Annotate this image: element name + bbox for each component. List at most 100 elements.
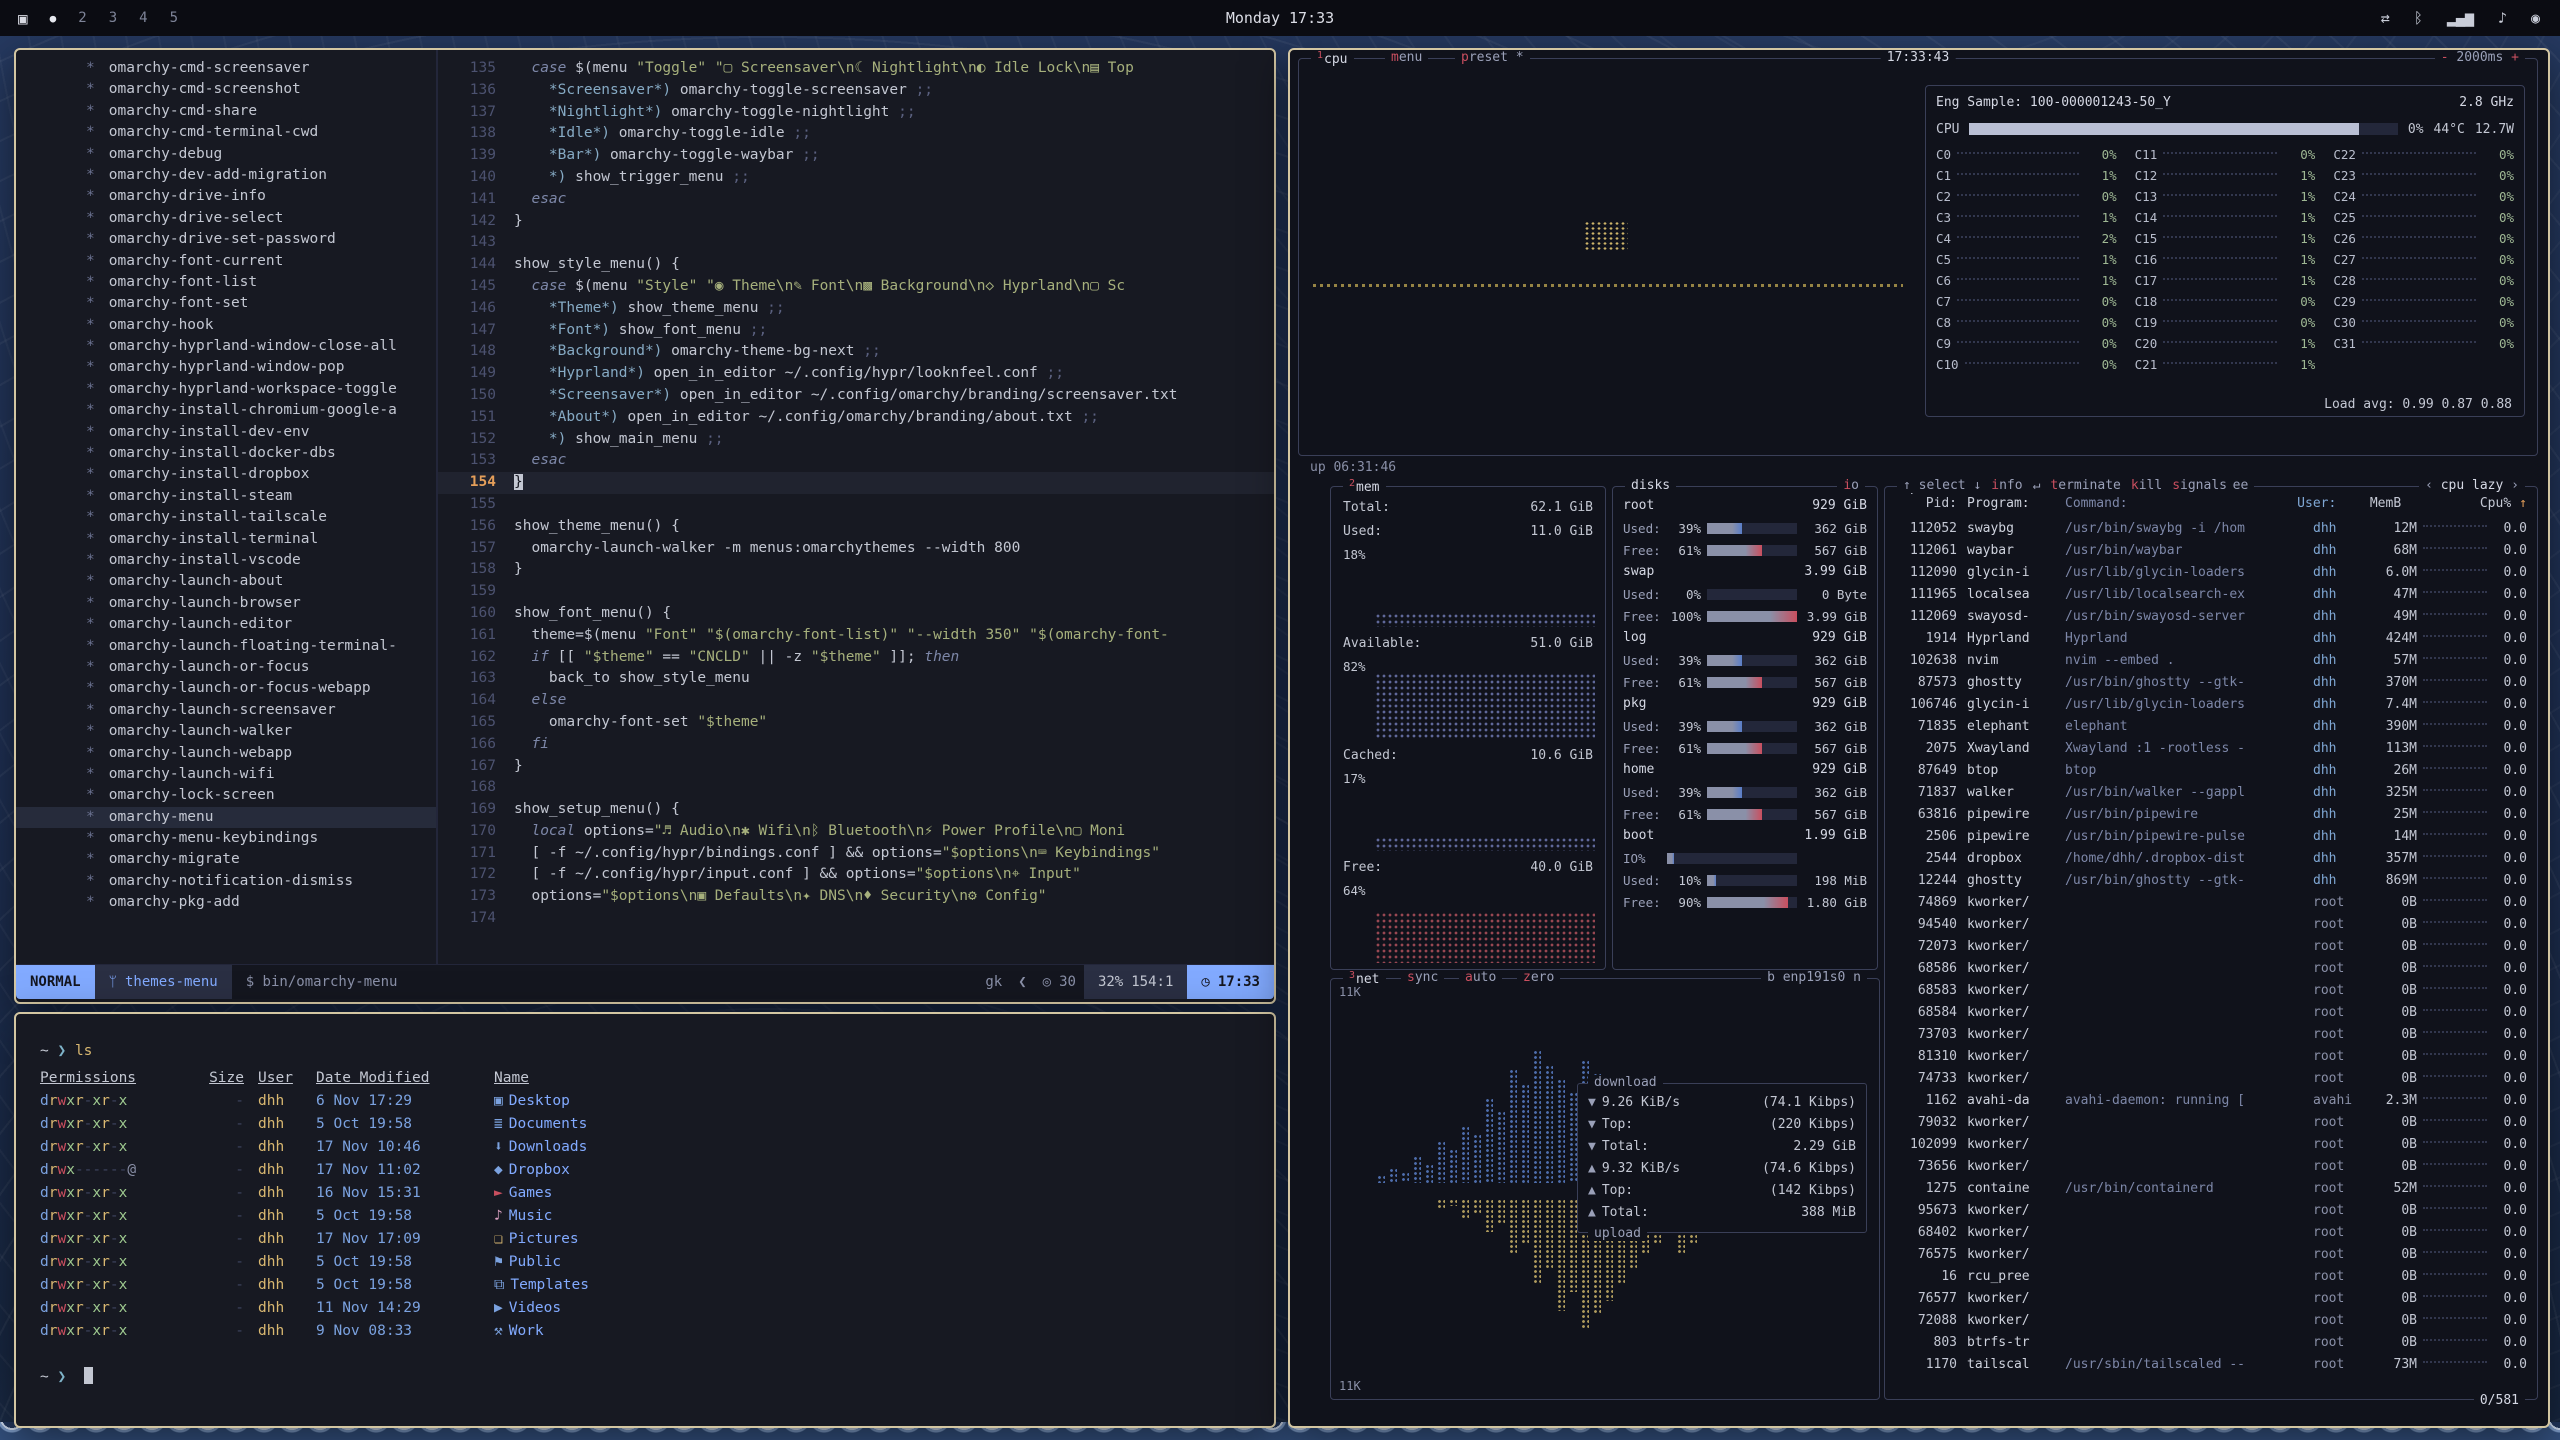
file-item[interactable]: *omarchy-install-chromium-google-a bbox=[16, 400, 436, 421]
process-row[interactable]: 95673kworker/root0B0.0 bbox=[1891, 1199, 2531, 1221]
code-line[interactable]: 173 options="$options\n▣ Defaults\n✦ DNS… bbox=[438, 886, 1274, 908]
process-row[interactable]: 73656kworker/root0B0.0 bbox=[1891, 1155, 2531, 1177]
process-row[interactable]: 68584kworker/root0B0.0 bbox=[1891, 1001, 2531, 1023]
menu-button[interactable]: menu bbox=[1385, 50, 1428, 65]
volume-icon[interactable]: ♪ bbox=[2498, 9, 2507, 27]
net-zero-button[interactable]: zero bbox=[1517, 970, 1560, 985]
process-row[interactable]: 1170tailscal/usr/sbin/tailscaled --root7… bbox=[1891, 1353, 2531, 1375]
net-sync-button[interactable]: sync bbox=[1401, 970, 1444, 985]
file-item[interactable]: *omarchy-launch-about bbox=[16, 571, 436, 592]
code-line[interactable]: 174 bbox=[438, 908, 1274, 930]
process-row[interactable]: 87573ghostty/usr/bin/ghostty --gtk-dhh37… bbox=[1891, 671, 2531, 693]
file-item[interactable]: *omarchy-font-list bbox=[16, 272, 436, 293]
io-mode-button[interactable]: io bbox=[1837, 478, 1865, 493]
process-row[interactable]: 102638nvimnvim --embed .dhh57M0.0 bbox=[1891, 649, 2531, 671]
process-row[interactable]: 106746glycin-i/usr/lib/glycin-loadersdhh… bbox=[1891, 693, 2531, 715]
file-item[interactable]: *omarchy-launch-or-focus-webapp bbox=[16, 678, 436, 699]
file-item[interactable]: *omarchy-install-dropbox bbox=[16, 464, 436, 485]
file-item[interactable]: *omarchy-font-set bbox=[16, 293, 436, 314]
bluetooth-icon[interactable]: ᛒ bbox=[2414, 9, 2423, 27]
file-item[interactable]: *omarchy-drive-set-password bbox=[16, 229, 436, 250]
process-row[interactable]: 1162avahi-daavahi-daemon: running [avahi… bbox=[1891, 1089, 2531, 1111]
code-line[interactable]: 152 *) show_main_menu ;; bbox=[438, 429, 1274, 451]
process-row[interactable]: 1275containe/usr/bin/containerdroot52M0.… bbox=[1891, 1177, 2531, 1199]
interval-plus-button[interactable]: + bbox=[2511, 50, 2519, 65]
file-item[interactable]: *omarchy-drive-select bbox=[16, 208, 436, 229]
header-cpu[interactable]: Cpu% bbox=[2477, 496, 2511, 511]
code-line[interactable]: 158} bbox=[438, 559, 1274, 581]
process-row[interactable]: 68586kworker/root0B0.0 bbox=[1891, 957, 2531, 979]
signals-button[interactable]: signals bbox=[2172, 478, 2227, 493]
select-down-icon[interactable]: ↓ bbox=[1973, 478, 1981, 493]
process-row[interactable]: 803btrfs-trroot0B0.0 bbox=[1891, 1331, 2531, 1353]
file-item[interactable]: *omarchy-install-terminal bbox=[16, 529, 436, 550]
select-up-icon[interactable]: ↑ bbox=[1903, 478, 1911, 493]
file-item[interactable]: *omarchy-font-current bbox=[16, 251, 436, 272]
process-row[interactable]: 16rcu_preeroot0B0.0 bbox=[1891, 1265, 2531, 1287]
disks-tab[interactable]: disks bbox=[1625, 478, 1676, 493]
file-item[interactable]: *omarchy-notification-dismiss bbox=[16, 871, 436, 892]
process-row[interactable]: 76575kworker/root0B0.0 bbox=[1891, 1243, 2531, 1265]
terminate-button[interactable]: terminate bbox=[2050, 478, 2120, 493]
file-item[interactable]: *omarchy-lock-screen bbox=[16, 785, 436, 806]
header-pid[interactable]: Pid: bbox=[1895, 496, 1957, 511]
btop-window[interactable]: 1cpu menu preset * 17:33:43 - 2000ms + E… bbox=[1288, 48, 2550, 1428]
process-row[interactable]: 76577kworker/root0B0.0 bbox=[1891, 1287, 2531, 1309]
file-item[interactable]: *omarchy-pkg-add bbox=[16, 892, 436, 913]
code-line[interactable]: 155 bbox=[438, 494, 1274, 516]
code-line[interactable]: 164 else bbox=[438, 690, 1274, 712]
code-line[interactable]: 154} bbox=[438, 472, 1274, 494]
code-line[interactable]: 150 *Screensaver*) open_in_editor ~/.con… bbox=[438, 385, 1274, 407]
process-row[interactable]: 112061waybar/usr/bin/waybardhh68M0.0 bbox=[1891, 539, 2531, 561]
header-command[interactable]: Command: bbox=[2059, 496, 2297, 511]
file-item[interactable]: *omarchy-launch-screensaver bbox=[16, 700, 436, 721]
process-row[interactable]: 112069swayosd-/usr/bin/swayosd-serverdhh… bbox=[1891, 605, 2531, 627]
scroll-up-icon[interactable]: ↑ bbox=[2519, 496, 2527, 511]
file-item[interactable]: *omarchy-drive-info bbox=[16, 186, 436, 207]
code-line[interactable]: 165 omarchy-font-set "$theme" bbox=[438, 712, 1274, 734]
cpu-tab[interactable]: 1cpu bbox=[1311, 50, 1354, 67]
code-line[interactable]: 151 *About*) open_in_editor ~/.config/om… bbox=[438, 407, 1274, 429]
file-item[interactable]: *omarchy-launch-walker bbox=[16, 721, 436, 742]
process-row[interactable]: 87649btopbtopdhh26M0.0 bbox=[1891, 759, 2531, 781]
process-row[interactable]: 72073kworker/root0B0.0 bbox=[1891, 935, 2531, 957]
code-line[interactable]: 136 *Screensaver*) omarchy-toggle-screen… bbox=[438, 80, 1274, 102]
code-line[interactable]: 167} bbox=[438, 756, 1274, 778]
code-line[interactable]: 160show_font_menu() { bbox=[438, 603, 1274, 625]
code-line[interactable]: 146 *Theme*) show_theme_menu ;; bbox=[438, 298, 1274, 320]
file-item[interactable]: *omarchy-launch-or-focus bbox=[16, 657, 436, 678]
sort-selector[interactable]: ‹ cpu lazy › bbox=[2419, 478, 2525, 493]
code-editor[interactable]: 135 case $(menu "Toggle" "▢ Screensaver\… bbox=[438, 50, 1274, 964]
file-item[interactable]: *omarchy-cmd-screenshot bbox=[16, 79, 436, 100]
preset-button[interactable]: preset * bbox=[1455, 50, 1530, 65]
code-line[interactable]: 163 back_to show_style_menu bbox=[438, 668, 1274, 690]
file-item[interactable]: *omarchy-cmd-screensaver bbox=[16, 58, 436, 79]
power-icon[interactable]: ◉ bbox=[2531, 9, 2540, 27]
git-branch[interactable]: ᛘthemes-menu bbox=[95, 965, 232, 999]
process-row[interactable]: 79032kworker/root0B0.0 bbox=[1891, 1111, 2531, 1133]
editor-window[interactable]: *omarchy-cmd-screensaver*omarchy-cmd-scr… bbox=[14, 48, 1276, 1004]
code-line[interactable]: 161 theme=$(menu "Font" "$(omarchy-font-… bbox=[438, 625, 1274, 647]
process-row[interactable]: 81310kworker/root0B0.0 bbox=[1891, 1045, 2531, 1067]
code-line[interactable]: 153 esac bbox=[438, 450, 1274, 472]
file-item[interactable]: *omarchy-install-vscode bbox=[16, 550, 436, 571]
file-item[interactable]: *omarchy-migrate bbox=[16, 849, 436, 870]
code-line[interactable]: 145 case $(menu "Style" "◉ Theme\n✎ Font… bbox=[438, 276, 1274, 298]
code-line[interactable]: 156show_theme_menu() { bbox=[438, 516, 1274, 538]
code-line[interactable]: 140 *) show_trigger_menu ;; bbox=[438, 167, 1274, 189]
current-prompt[interactable]: ~ ❯ bbox=[40, 1366, 1274, 1389]
process-row[interactable]: 73703kworker/root0B0.0 bbox=[1891, 1023, 2531, 1045]
code-line[interactable]: 166 fi bbox=[438, 734, 1274, 756]
process-row[interactable]: 2544dropbox/home/dhh/.dropbox-distdhh357… bbox=[1891, 847, 2531, 869]
file-item[interactable]: *omarchy-hook bbox=[16, 315, 436, 336]
kill-button[interactable]: kill bbox=[2131, 478, 2162, 493]
code-line[interactable]: 171 [ -f ~/.config/hypr/bindings.conf ] … bbox=[438, 843, 1274, 865]
process-row[interactable]: 63816pipewire/usr/bin/pipewiredhh25M0.0 bbox=[1891, 803, 2531, 825]
code-line[interactable]: 162 if [[ "$theme" == "CNCLD" || -z "$th… bbox=[438, 647, 1274, 669]
header-program[interactable]: Program: bbox=[1957, 496, 2059, 511]
network-icon[interactable]: ▂▄▆ bbox=[2447, 9, 2474, 27]
file-item[interactable]: *omarchy-launch-webapp bbox=[16, 743, 436, 764]
file-item[interactable]: *omarchy-hyprland-window-close-all bbox=[16, 336, 436, 357]
net-auto-button[interactable]: auto bbox=[1459, 970, 1502, 985]
file-item[interactable]: *omarchy-cmd-share bbox=[16, 101, 436, 122]
